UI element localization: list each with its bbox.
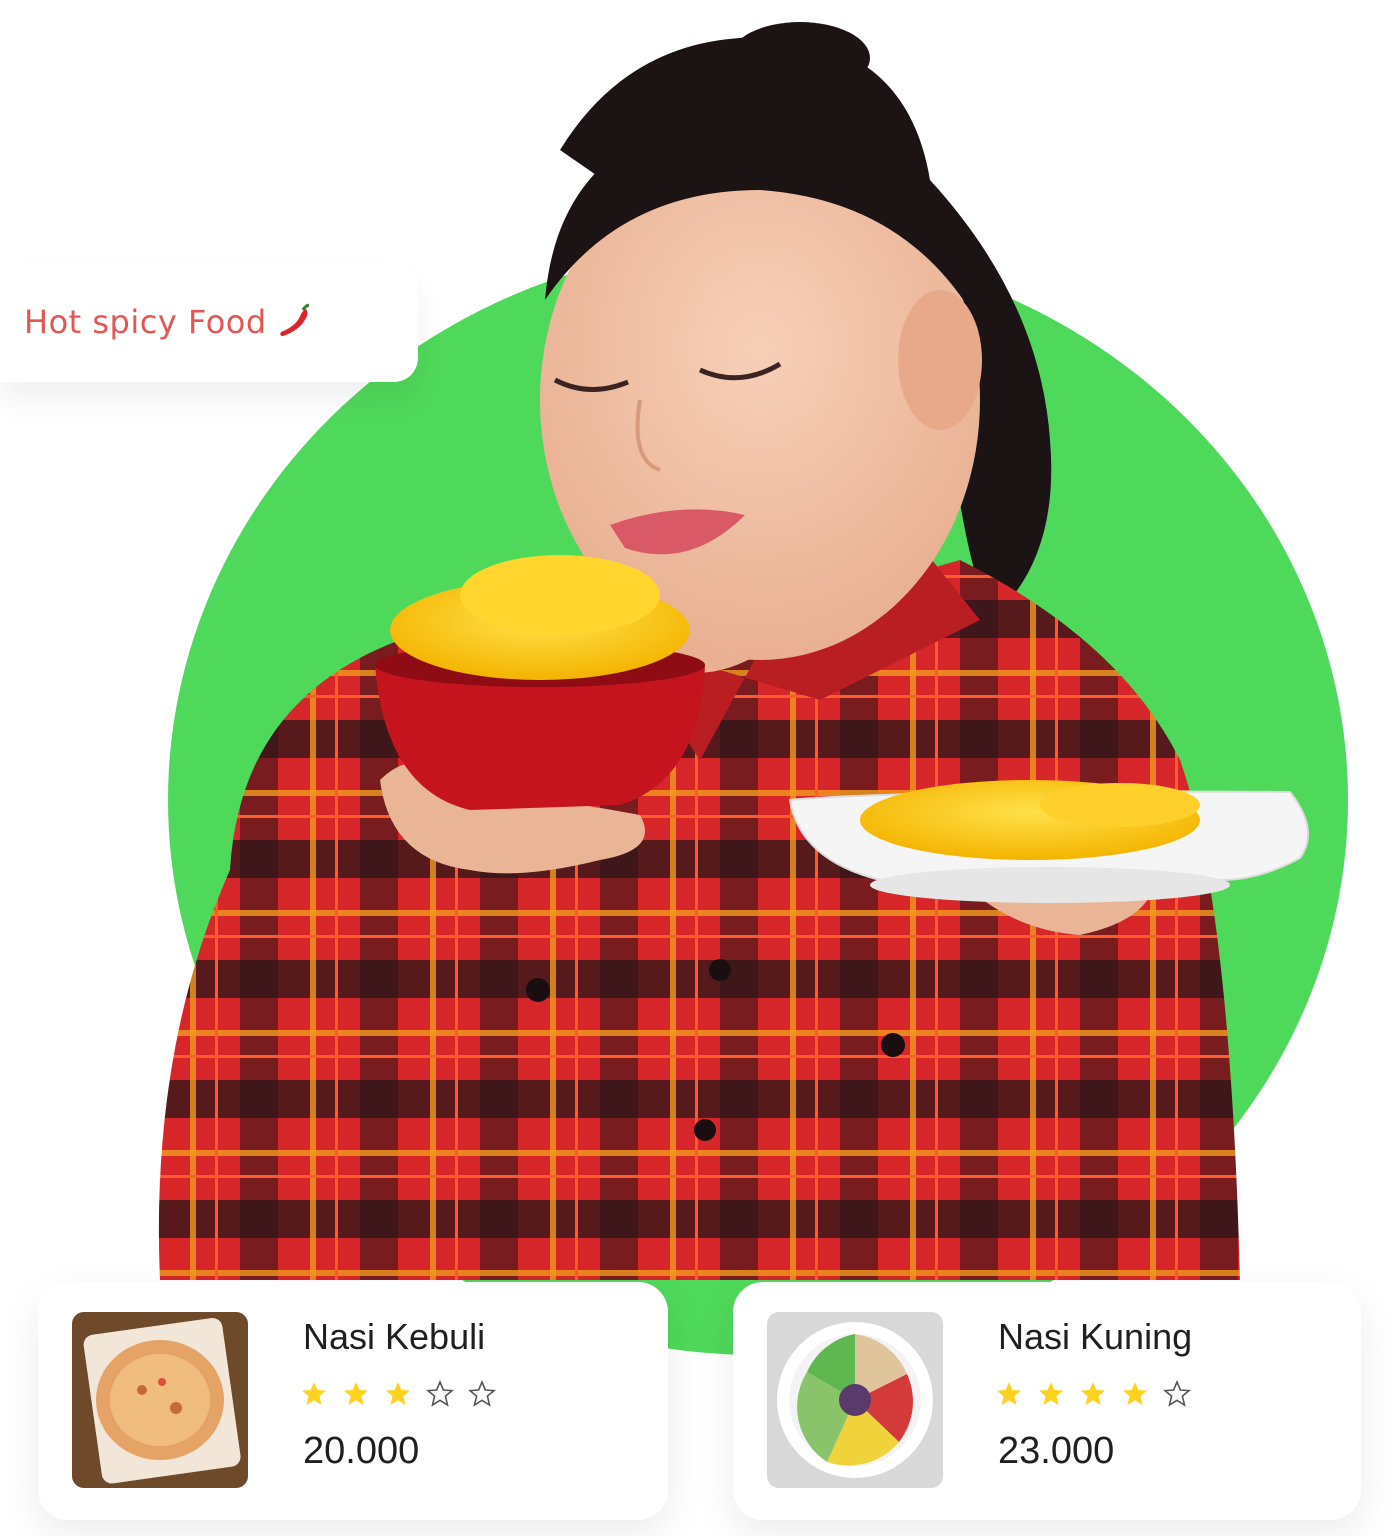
chili-pepper-icon — [280, 303, 310, 336]
star-rating — [995, 1380, 1191, 1408]
hot-spicy-food-tag: Hot spicy Food — [0, 262, 418, 382]
star-filled-icon — [386, 1382, 410, 1405]
tag-label: Hot spicy Food — [24, 303, 267, 341]
star-filled-icon — [302, 1382, 326, 1405]
star-filled-icon — [1081, 1382, 1105, 1405]
nasi-kuning-thumbnail — [767, 1312, 943, 1488]
star-filled-icon — [344, 1382, 368, 1405]
star-filled-icon — [997, 1382, 1021, 1405]
star-rating — [300, 1380, 496, 1408]
hero-illustration: Hot spicy Food Nasi Kebuli 20.000 Nasi K… — [0, 0, 1392, 1536]
food-price: 20.000 — [303, 1430, 420, 1472]
food-card-nasi-kebuli[interactable]: Nasi Kebuli 20.000 — [38, 1282, 668, 1520]
food-name: Nasi Kuning — [998, 1316, 1193, 1357]
food-card-nasi-kuning[interactable]: Nasi Kuning 23.000 — [733, 1282, 1361, 1520]
food-price: 23.000 — [998, 1430, 1115, 1472]
star-empty-icon — [468, 1380, 496, 1407]
star-filled-icon — [1039, 1382, 1063, 1405]
star-empty-icon — [1163, 1380, 1191, 1407]
star-filled-icon — [1123, 1382, 1147, 1405]
nasi-kebuli-thumbnail — [72, 1312, 248, 1488]
food-name: Nasi Kebuli — [303, 1316, 486, 1357]
star-empty-icon — [426, 1380, 454, 1407]
